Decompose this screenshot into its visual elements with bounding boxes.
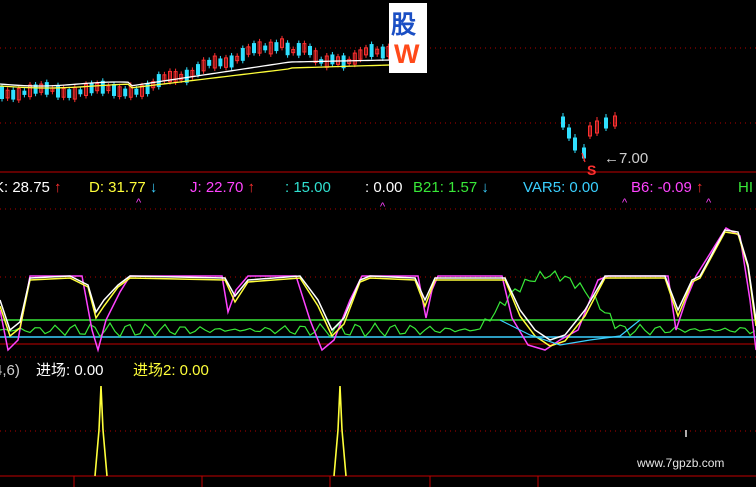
indicator-value-7: B6: -0.09 ↑: [631, 179, 704, 196]
stock-chart[interactable]: ^ ^ ^ ^: [0, 0, 756, 487]
indicator-value-6: VAR5: 0.00: [523, 179, 599, 196]
candle-body: [207, 59, 212, 66]
candle-body: [196, 64, 200, 75]
indicator-value-2: J: 22.70 ↑: [190, 179, 256, 196]
candle-body: [252, 43, 256, 54]
candle-body: [263, 45, 268, 51]
sell-signal-marker: S: [587, 162, 597, 178]
watermark: www.7gpzb.com: [637, 456, 725, 470]
caret-mark: ^: [380, 201, 386, 213]
candle-body: [308, 45, 312, 56]
candle-body: [296, 43, 301, 56]
candle-body: [67, 89, 72, 98]
candle-body: [567, 127, 571, 139]
grid-lines: [0, 47, 756, 487]
candlesticks: [0, 35, 617, 161]
indicator-value-0: K: 28.75 ↑: [0, 179, 62, 196]
candle-body: [561, 116, 565, 128]
candle-body: [22, 90, 27, 95]
candle-body: [78, 89, 83, 95]
indicator-value-4: : 0.00: [365, 179, 403, 196]
trend-arrow-icon: ↑: [691, 179, 704, 196]
indicator-value-8: HI: [738, 179, 753, 196]
candle-body: [112, 84, 116, 96]
trend-arrow-icon: ↓: [477, 179, 489, 196]
candle-body: [123, 88, 128, 97]
entry-value-2: 进场2: 0.00: [133, 362, 209, 379]
candle-body: [369, 44, 374, 57]
logo-char-1: 股: [391, 10, 417, 39]
caret-mark: ^: [706, 197, 712, 209]
candle-body: [330, 54, 335, 65]
caret-mark: ^: [622, 197, 628, 209]
k-line: [0, 229, 756, 341]
logo-badge: 股 W: [389, 3, 427, 73]
candle-body: [134, 88, 139, 95]
b21-line: [0, 270, 756, 338]
indicator-value-1: D: 31.77 ↓: [89, 179, 158, 196]
indicator-value-3: : 15.00: [285, 179, 331, 196]
candle-body: [285, 42, 290, 56]
logo-char-2: W: [394, 39, 420, 69]
candle-body: [274, 42, 279, 52]
trend-arrow-icon: ↑: [243, 179, 256, 196]
candle-body: [380, 46, 385, 59]
caret-mark: ^: [136, 197, 142, 209]
trend-arrow-icon: ↑: [49, 179, 62, 196]
entry-value-1: 进场: 0.00: [36, 362, 104, 379]
candle-body: [604, 117, 608, 129]
candle-body: [229, 55, 234, 68]
candle-body: [573, 137, 577, 151]
candle-body: [0, 86, 4, 100]
oscillator-lines: ^ ^ ^ ^: [0, 197, 756, 353]
entry-value-0: 4,6): [0, 362, 20, 379]
price-label: ←7.00: [604, 150, 649, 167]
candle-body: [240, 47, 245, 61]
candle-body: [89, 83, 94, 94]
trend-arrow-icon: ↓: [145, 179, 158, 196]
candle-body: [11, 89, 16, 100]
indicator-value-5: B21: 1.57 ↓: [413, 179, 489, 196]
candle-body: [218, 58, 223, 67]
candle-body: [145, 83, 150, 95]
